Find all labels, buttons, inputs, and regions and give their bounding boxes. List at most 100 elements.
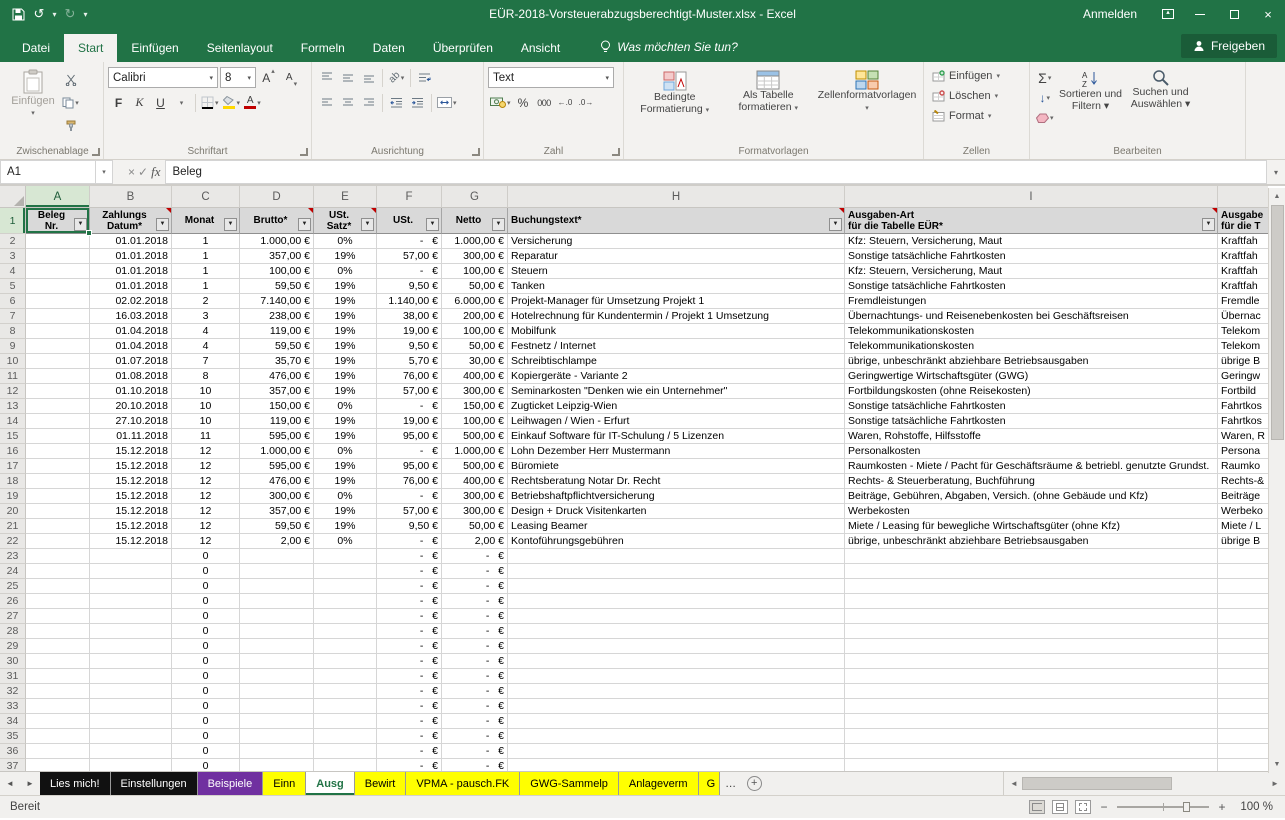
- cell-H2[interactable]: Versicherung: [508, 234, 845, 249]
- cell-B17[interactable]: 15.12.2018: [90, 459, 172, 474]
- cell-G3[interactable]: 300,00 €: [442, 249, 508, 264]
- cell-A18[interactable]: [26, 474, 90, 489]
- cell-C7[interactable]: 3: [172, 309, 240, 324]
- cell-D27[interactable]: [240, 609, 314, 624]
- cell-B11[interactable]: 01.08.2018: [90, 369, 172, 384]
- cell-C29[interactable]: 0: [172, 639, 240, 654]
- cell-I10[interactable]: übrige, unbeschränkt abziehbare Betriebs…: [845, 354, 1218, 369]
- row-header-3[interactable]: 3: [0, 249, 26, 264]
- cell-J26[interactable]: [1218, 594, 1268, 609]
- sort-filter-button[interactable]: AZ Sortieren und Filtern ▾: [1056, 65, 1126, 127]
- sheet-tab-gwg-sammelp[interactable]: GWG-Sammelp: [520, 772, 619, 795]
- cell-G35[interactable]: - €: [442, 729, 508, 744]
- cell-E3[interactable]: 19%: [314, 249, 377, 264]
- delete-cells-button[interactable]: Löschen ▾: [928, 85, 1025, 105]
- cell-J21[interactable]: Miete / L: [1218, 519, 1268, 534]
- cell-E29[interactable]: [314, 639, 377, 654]
- cell-E24[interactable]: [314, 564, 377, 579]
- cell-C13[interactable]: 10: [172, 399, 240, 414]
- cell-B14[interactable]: 27.10.2018: [90, 414, 172, 429]
- cell-G23[interactable]: - €: [442, 549, 508, 564]
- cell-G31[interactable]: - €: [442, 669, 508, 684]
- tell-me-box[interactable]: Was möchten Sie tun?: [588, 32, 750, 62]
- align-right-button[interactable]: [358, 92, 379, 113]
- cell-G15[interactable]: 500,00 €: [442, 429, 508, 444]
- cell-D16[interactable]: 1.000,00 €: [240, 444, 314, 459]
- cell-D14[interactable]: 119,00 €: [240, 414, 314, 429]
- cell-D9[interactable]: 59,50 €: [240, 339, 314, 354]
- cell-J29[interactable]: [1218, 639, 1268, 654]
- formula-bar-handle[interactable]: [113, 160, 123, 184]
- cell-H4[interactable]: Steuern: [508, 264, 845, 279]
- cell-A2[interactable]: [26, 234, 90, 249]
- cell-H3[interactable]: Reparatur: [508, 249, 845, 264]
- cell-G7[interactable]: 200,00 €: [442, 309, 508, 324]
- cell-F5[interactable]: 9,50 €: [377, 279, 442, 294]
- cell-G9[interactable]: 50,00 €: [442, 339, 508, 354]
- cell-E12[interactable]: 19%: [314, 384, 377, 399]
- cell-D29[interactable]: [240, 639, 314, 654]
- cell-I22[interactable]: übrige, unbeschränkt abziehbare Betriebs…: [845, 534, 1218, 549]
- row-header-36[interactable]: 36: [0, 744, 26, 759]
- cell-C27[interactable]: 0: [172, 609, 240, 624]
- cell-C22[interactable]: 12: [172, 534, 240, 549]
- scroll-right-button[interactable]: ►: [1267, 779, 1283, 788]
- cell-H27[interactable]: [508, 609, 845, 624]
- cell-I17[interactable]: Raumkosten - Miete / Pacht für Geschäfts…: [845, 459, 1218, 474]
- cell-J6[interactable]: Fremdle: [1218, 294, 1268, 309]
- scroll-left-button[interactable]: ◄: [1006, 779, 1022, 788]
- column-header-F[interactable]: F: [377, 186, 442, 208]
- cell-F4[interactable]: - €: [377, 264, 442, 279]
- cell-I20[interactable]: Werbekosten: [845, 504, 1218, 519]
- customize-qat-button[interactable]: ▾: [81, 3, 90, 25]
- cell-G17[interactable]: 500,00 €: [442, 459, 508, 474]
- cell-A32[interactable]: [26, 684, 90, 699]
- cell-B26[interactable]: [90, 594, 172, 609]
- cell-D32[interactable]: [240, 684, 314, 699]
- cell-D17[interactable]: 595,00 €: [240, 459, 314, 474]
- cell-J35[interactable]: [1218, 729, 1268, 744]
- cell-G21[interactable]: 50,00 €: [442, 519, 508, 534]
- cell-A14[interactable]: [26, 414, 90, 429]
- cell-A13[interactable]: [26, 399, 90, 414]
- cell-D6[interactable]: 7.140,00 €: [240, 294, 314, 309]
- cell-B7[interactable]: 16.03.2018: [90, 309, 172, 324]
- horizontal-scrollbar[interactable]: ◄ ►: [1003, 772, 1285, 795]
- borders-button[interactable]: ▾: [199, 92, 221, 113]
- align-center-button[interactable]: [337, 92, 358, 113]
- cell-F33[interactable]: - €: [377, 699, 442, 714]
- cell-A12[interactable]: [26, 384, 90, 399]
- underline-button[interactable]: U: [150, 92, 171, 113]
- filter-button-H[interactable]: ▼: [829, 218, 842, 231]
- row-header-32[interactable]: 32: [0, 684, 26, 699]
- column-header-I[interactable]: I: [845, 186, 1218, 208]
- cell-A6[interactable]: [26, 294, 90, 309]
- cell-A36[interactable]: [26, 744, 90, 759]
- paste-button[interactable]: Einfügen ▾: [6, 65, 60, 120]
- accounting-format-button[interactable]: ▾: [488, 92, 513, 113]
- align-top-button[interactable]: [316, 67, 337, 88]
- cell-H8[interactable]: Mobilfunk: [508, 324, 845, 339]
- cell-D21[interactable]: 59,50 €: [240, 519, 314, 534]
- column-header-B[interactable]: B: [90, 186, 172, 208]
- cell-G2[interactable]: 1.000,00 €: [442, 234, 508, 249]
- cell-G14[interactable]: 100,00 €: [442, 414, 508, 429]
- cell-C14[interactable]: 10: [172, 414, 240, 429]
- insert-cells-button[interactable]: Einfügen ▾: [928, 65, 1025, 85]
- cell-J33[interactable]: [1218, 699, 1268, 714]
- cell-E28[interactable]: [314, 624, 377, 639]
- cell-I3[interactable]: Sonstige tatsächliche Fahrtkosten: [845, 249, 1218, 264]
- cell-I23[interactable]: [845, 549, 1218, 564]
- cell-F7[interactable]: 38,00 €: [377, 309, 442, 324]
- cell-B34[interactable]: [90, 714, 172, 729]
- row-header-28[interactable]: 28: [0, 624, 26, 639]
- cell-E25[interactable]: [314, 579, 377, 594]
- cell-H16[interactable]: Lohn Dezember Herr Mustermann: [508, 444, 845, 459]
- cell-G6[interactable]: 6.000,00 €: [442, 294, 508, 309]
- align-left-button[interactable]: [316, 92, 337, 113]
- cell-A33[interactable]: [26, 699, 90, 714]
- row-header-12[interactable]: 12: [0, 384, 26, 399]
- cell-D30[interactable]: [240, 654, 314, 669]
- header-cell-D1[interactable]: Brutto*▼: [240, 208, 314, 234]
- tab-ansicht[interactable]: Ansicht: [507, 34, 574, 62]
